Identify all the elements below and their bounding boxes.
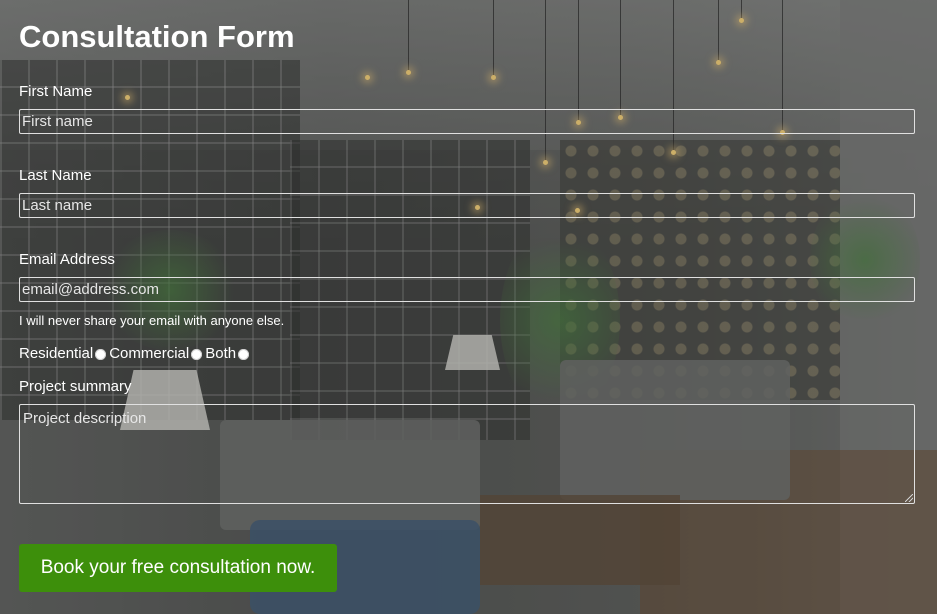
book-consultation-button[interactable]: Book your free consultation now. (19, 544, 337, 592)
radio-residential[interactable] (95, 348, 107, 360)
project-summary-textarea[interactable] (19, 404, 915, 504)
radio-label-commercial: Commercial (109, 345, 190, 362)
radio-label-residential: Residential (19, 345, 94, 362)
last-name-input[interactable] (19, 193, 915, 218)
last-name-label: Last Name (19, 167, 92, 184)
email-help-text: I will never share your email with anyon… (19, 313, 285, 328)
first-name-input[interactable] (19, 109, 915, 134)
radio-commercial[interactable] (191, 348, 203, 360)
radio-label-both: Both (205, 345, 237, 362)
email-label: Email Address (19, 251, 115, 268)
background-image (0, 0, 937, 614)
email-input[interactable] (19, 277, 915, 302)
first-name-label: First Name (19, 83, 93, 100)
radio-both[interactable] (238, 348, 250, 360)
project-summary-label: Project summary (19, 378, 132, 395)
form-title: Consultation Form (19, 19, 295, 54)
resize-handle-icon[interactable] (905, 494, 913, 502)
project-type-radio-group: Residential Commercial Both (19, 344, 252, 364)
